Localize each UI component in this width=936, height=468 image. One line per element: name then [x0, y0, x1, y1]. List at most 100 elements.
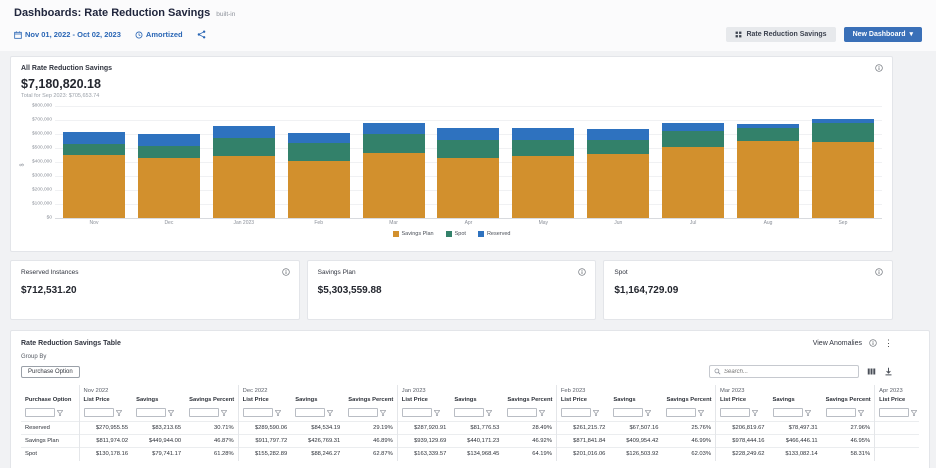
column-header-savings[interactable]: Savings: [769, 395, 822, 406]
bar-jan-2023[interactable]: [213, 106, 275, 218]
bar-segment-spot[interactable]: [662, 131, 724, 146]
info-icon[interactable]: [282, 268, 290, 276]
filter-icon[interactable]: [858, 410, 864, 416]
column-filter-input[interactable]: [295, 408, 325, 417]
column-header-savings-percent[interactable]: Savings Percent: [503, 395, 556, 406]
filter-icon[interactable]: [805, 410, 811, 416]
bar-may[interactable]: [512, 106, 574, 218]
column-filter-input[interactable]: [25, 408, 55, 417]
saved-dashboard-button[interactable]: Rate Reduction Savings: [726, 27, 835, 42]
bar-segment-savings-plan[interactable]: [587, 154, 649, 218]
filter-icon[interactable]: [752, 410, 758, 416]
bar-segment-spot[interactable]: [437, 140, 499, 158]
bar-segment-spot[interactable]: [587, 140, 649, 155]
filter-icon[interactable]: [486, 410, 492, 416]
column-filter-input[interactable]: [243, 408, 273, 417]
info-icon[interactable]: [869, 339, 877, 347]
bar-segment-spot[interactable]: [512, 140, 574, 156]
column-header-savings-percent[interactable]: Savings Percent: [185, 395, 238, 406]
column-header-list-price[interactable]: List Price: [79, 395, 132, 406]
columns-icon[interactable]: [867, 367, 876, 376]
column-filter-input[interactable]: [666, 408, 696, 417]
filter-icon[interactable]: [698, 410, 704, 416]
bar-segment-savings-plan[interactable]: [138, 158, 200, 218]
column-filter-input[interactable]: [84, 408, 114, 417]
info-icon[interactable]: [578, 268, 586, 276]
column-header-savings[interactable]: Savings: [450, 395, 503, 406]
search-input[interactable]: [724, 369, 854, 375]
legend-item-reserved[interactable]: Reserved: [478, 231, 511, 237]
column-header-savings[interactable]: Savings: [609, 395, 662, 406]
column-header-savings-percent[interactable]: Savings Percent: [662, 395, 715, 406]
column-header-list-price[interactable]: List Price: [875, 395, 919, 406]
date-range-picker[interactable]: Nov 01, 2022 - Oct 02, 2023: [14, 30, 121, 39]
bar-feb[interactable]: [288, 106, 350, 218]
bar-sep[interactable]: [812, 106, 874, 218]
bar-jul[interactable]: [662, 106, 724, 218]
bar-segment-reserved[interactable]: [587, 129, 649, 140]
column-header-purchase-option[interactable]: Purchase Option: [21, 395, 79, 406]
view-anomalies-link[interactable]: View Anomalies: [813, 340, 862, 347]
filter-icon[interactable]: [275, 410, 281, 416]
column-filter-input[interactable]: [402, 408, 432, 417]
bar-dec[interactable]: [138, 106, 200, 218]
bar-jun[interactable]: [587, 106, 649, 218]
column-header-list-price[interactable]: List Price: [238, 395, 291, 406]
bar-segment-spot[interactable]: [63, 144, 125, 155]
filter-icon[interactable]: [539, 410, 545, 416]
bar-nov[interactable]: [63, 106, 125, 218]
bar-segment-reserved[interactable]: [662, 123, 724, 131]
new-dashboard-button[interactable]: New Dashboard ▾: [844, 27, 922, 42]
bar-segment-reserved[interactable]: [363, 123, 425, 134]
bar-apr[interactable]: [437, 106, 499, 218]
column-filter-input[interactable]: [507, 408, 537, 417]
filter-icon[interactable]: [434, 410, 440, 416]
column-header-savings[interactable]: Savings: [132, 395, 185, 406]
legend-item-spot[interactable]: Spot: [446, 231, 466, 237]
column-header-list-price[interactable]: List Price: [716, 395, 769, 406]
bar-segment-savings-plan[interactable]: [512, 156, 574, 218]
column-header-savings-percent[interactable]: Savings Percent: [344, 395, 397, 406]
download-icon[interactable]: [884, 367, 893, 376]
bar-segment-spot[interactable]: [737, 128, 799, 141]
bar-segment-spot[interactable]: [213, 138, 275, 157]
bar-segment-savings-plan[interactable]: [288, 161, 350, 218]
bar-aug[interactable]: [737, 106, 799, 218]
bar-segment-savings-plan[interactable]: [737, 141, 799, 218]
info-icon[interactable]: [875, 268, 883, 276]
filter-icon[interactable]: [911, 410, 917, 416]
table-search[interactable]: [709, 365, 859, 378]
share-icon[interactable]: [197, 30, 206, 39]
column-header-savings[interactable]: Savings: [291, 395, 344, 406]
column-filter-input[interactable]: [773, 408, 803, 417]
filter-icon[interactable]: [57, 410, 63, 416]
table-row[interactable]: Savings Plan$811,974.02$449,944.0046.87%…: [21, 435, 919, 448]
group-by-chip[interactable]: Purchase Option: [21, 366, 80, 378]
column-filter-input[interactable]: [613, 408, 643, 417]
filter-icon[interactable]: [168, 410, 174, 416]
column-filter-input[interactable]: [720, 408, 750, 417]
table-scroller[interactable]: Nov 2022Dec 2022Jan 2023Feb 2023Mar 2023…: [21, 385, 919, 461]
bar-mar[interactable]: [363, 106, 425, 218]
filter-icon[interactable]: [221, 410, 227, 416]
bar-segment-reserved[interactable]: [512, 128, 574, 140]
bar-segment-savings-plan[interactable]: [437, 158, 499, 218]
bar-segment-savings-plan[interactable]: [363, 153, 425, 218]
bar-segment-reserved[interactable]: [138, 134, 200, 146]
filter-icon[interactable]: [645, 410, 651, 416]
legend-item-savings-plan[interactable]: Savings Plan: [393, 231, 434, 237]
bar-segment-savings-plan[interactable]: [662, 147, 724, 218]
amortized-toggle[interactable]: Amortized: [135, 30, 183, 39]
bar-segment-spot[interactable]: [363, 134, 425, 153]
filter-icon[interactable]: [116, 410, 122, 416]
info-icon[interactable]: [875, 64, 883, 72]
column-filter-input[interactable]: [136, 408, 166, 417]
bar-segment-savings-plan[interactable]: [812, 142, 874, 218]
bar-segment-spot[interactable]: [812, 123, 874, 143]
bar-segment-spot[interactable]: [138, 146, 200, 158]
filter-icon[interactable]: [380, 410, 386, 416]
kebab-menu-icon[interactable]: ⋮: [884, 339, 893, 347]
bar-segment-reserved[interactable]: [288, 133, 350, 142]
bar-segment-reserved[interactable]: [213, 126, 275, 137]
bar-segment-savings-plan[interactable]: [213, 156, 275, 218]
